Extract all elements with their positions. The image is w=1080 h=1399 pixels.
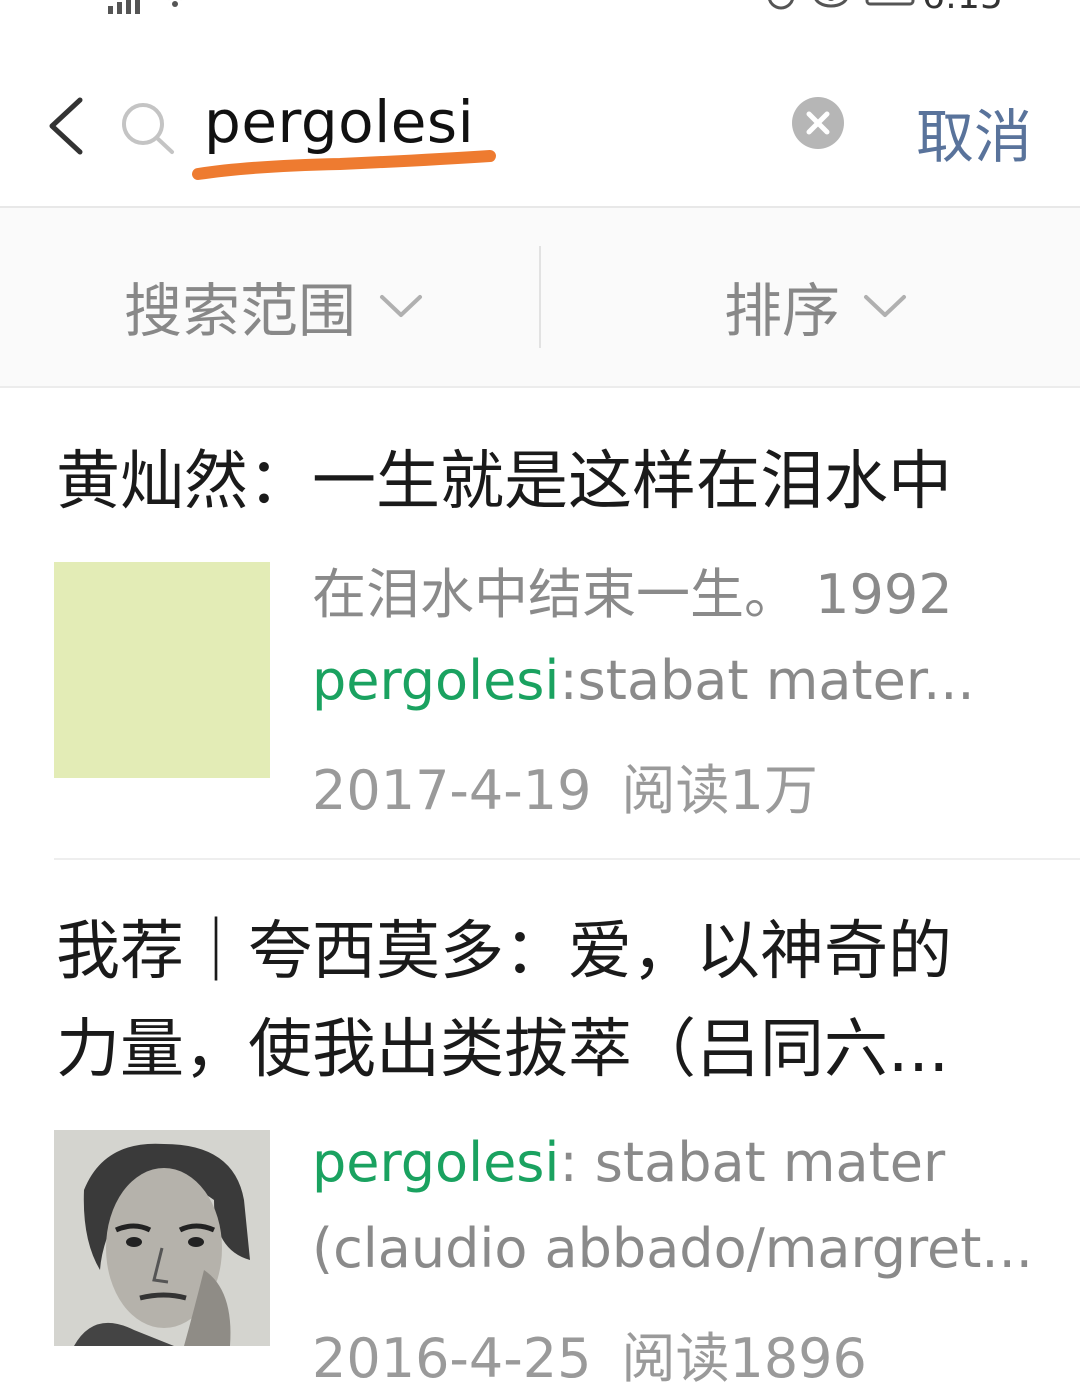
cancel-button[interactable]: 取消 (916, 90, 1032, 174)
result-snippet-line: pergolesi:stabat mater... (312, 636, 1032, 726)
chevron-down-icon (380, 295, 423, 317)
search-header: pergolesi 取消 (0, 44, 1080, 208)
eye-icon (814, 0, 848, 8)
search-result-item[interactable]: 我荐｜夸西莫多：爱，以神奇的 力量，使我出类拔萃（吕同六... pergoles… (0, 860, 1080, 1399)
result-thumbnail (54, 562, 270, 778)
search-icon (122, 103, 174, 154)
filter-bar: 搜索范围 排序 (0, 208, 1080, 388)
chevron-down-icon (864, 295, 907, 317)
nfc-icon (768, 0, 794, 10)
result-read-count: 阅读1万 (621, 759, 818, 822)
result-snippet-line: 在泪水中结束一生。 1992 (312, 563, 953, 626)
result-read-count: 阅读1896 (621, 1327, 867, 1390)
result-date: 2017-4-19 (312, 759, 592, 822)
wifi-icon (168, 0, 182, 7)
status-bar: 6:15 (0, 0, 1080, 24)
result-meta: 2016-4-25 阅读1896 (312, 1314, 867, 1393)
filter-sort-label: 排序 (724, 277, 841, 345)
battery-icon (865, 0, 915, 6)
snippet-text: :stabat mater... (559, 649, 975, 712)
orange-underline-annotation (192, 150, 496, 180)
highlight-keyword: pergolesi (312, 1131, 560, 1194)
clear-search-icon[interactable] (792, 97, 844, 149)
highlight-keyword: pergolesi (312, 649, 560, 712)
snippet-text: : stabat mater (559, 1131, 946, 1194)
result-title: 黄灿然：一生就是这样在泪水中 (56, 445, 952, 519)
filter-search-scope-label: 搜索范围 (124, 277, 357, 345)
filter-search-scope[interactable]: 搜索范围 (124, 264, 424, 348)
back-arrow-icon[interactable] (44, 96, 88, 156)
result-title: 我荐｜夸西莫多：爱，以神奇的 (56, 915, 952, 989)
signal-icon (108, 0, 140, 14)
status-time: 6:15 (922, 0, 1003, 17)
result-snippet-line: pergolesi: stabat mater (312, 1118, 1032, 1208)
result-date: 2016-4-25 (312, 1327, 592, 1390)
author-portrait-image (54, 1130, 270, 1346)
result-meta: 2017-4-19 阅读1万 (312, 746, 818, 825)
filter-divider (539, 246, 541, 348)
result-snippet-line: (claudio abbado/margret... (312, 1217, 1032, 1280)
result-title: 力量，使我出类拔萃（吕同六... (56, 1013, 950, 1087)
search-result-item[interactable]: 黄灿然：一生就是这样在泪水中 在泪水中结束一生。 1992 pergolesi:… (0, 388, 1080, 858)
filter-sort[interactable]: 排序 (724, 264, 908, 348)
